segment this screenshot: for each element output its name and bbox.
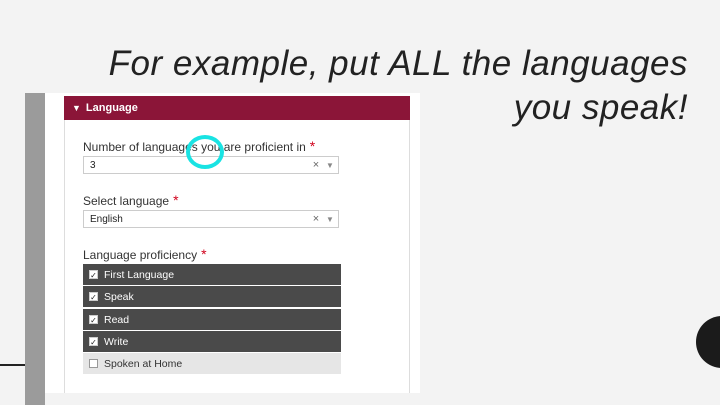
language-panel-header[interactable]: ▼ Language [64,96,410,120]
select-language-select[interactable]: English × ▼ [83,210,339,228]
option-label: Spoken at Home [104,357,183,370]
checkbox-checked-icon[interactable]: ✓ [89,337,98,347]
required-mark: * [309,138,316,154]
decorative-circle [696,316,720,368]
collapse-caret-icon[interactable]: ▼ [72,103,81,113]
highlight-circle-annotation [186,135,224,169]
proficiency-option-read[interactable]: ✓ Read [83,309,341,330]
checkbox-checked-icon[interactable]: ✓ [89,270,98,280]
dropdown-arrow-icon[interactable]: ▼ [322,215,338,224]
option-label: Read [104,313,130,326]
proficiency-label-text: Language proficiency [83,248,198,262]
slide-title-line-1: For example, put ALL the languages [108,44,688,83]
checkbox-checked-icon[interactable]: ✓ [89,315,98,325]
panel-title: Language [85,102,138,114]
select-language-value: English [90,213,123,225]
select-language-label: Select language * [83,192,179,208]
checkbox-checked-icon[interactable]: ✓ [89,292,98,302]
proficiency-option-speak[interactable]: ✓ Speak [83,286,341,307]
checkbox-unchecked-icon[interactable] [89,359,98,368]
screenshot-left-strip [25,93,45,405]
decorative-line [0,364,25,366]
form-screenshot: ▼ Language Number of languages you are p… [45,93,420,393]
select-language-label-text: Select language [83,194,170,208]
option-label: Write [104,335,129,348]
dropdown-arrow-icon[interactable]: ▼ [322,161,338,170]
required-mark: * [173,192,179,208]
proficiency-label: Language proficiency * [83,246,207,262]
option-label: Speak [104,290,134,303]
proficiency-option-spoken-at-home[interactable]: Spoken at Home [83,353,341,374]
clear-icon[interactable]: × [310,213,322,225]
clear-icon[interactable]: × [310,159,322,171]
proficiency-option-write[interactable]: ✓ Write [83,331,341,352]
proficiency-option-first-language[interactable]: ✓ First Language [83,264,341,285]
option-label: First Language [104,268,175,281]
required-mark: * [201,246,207,262]
